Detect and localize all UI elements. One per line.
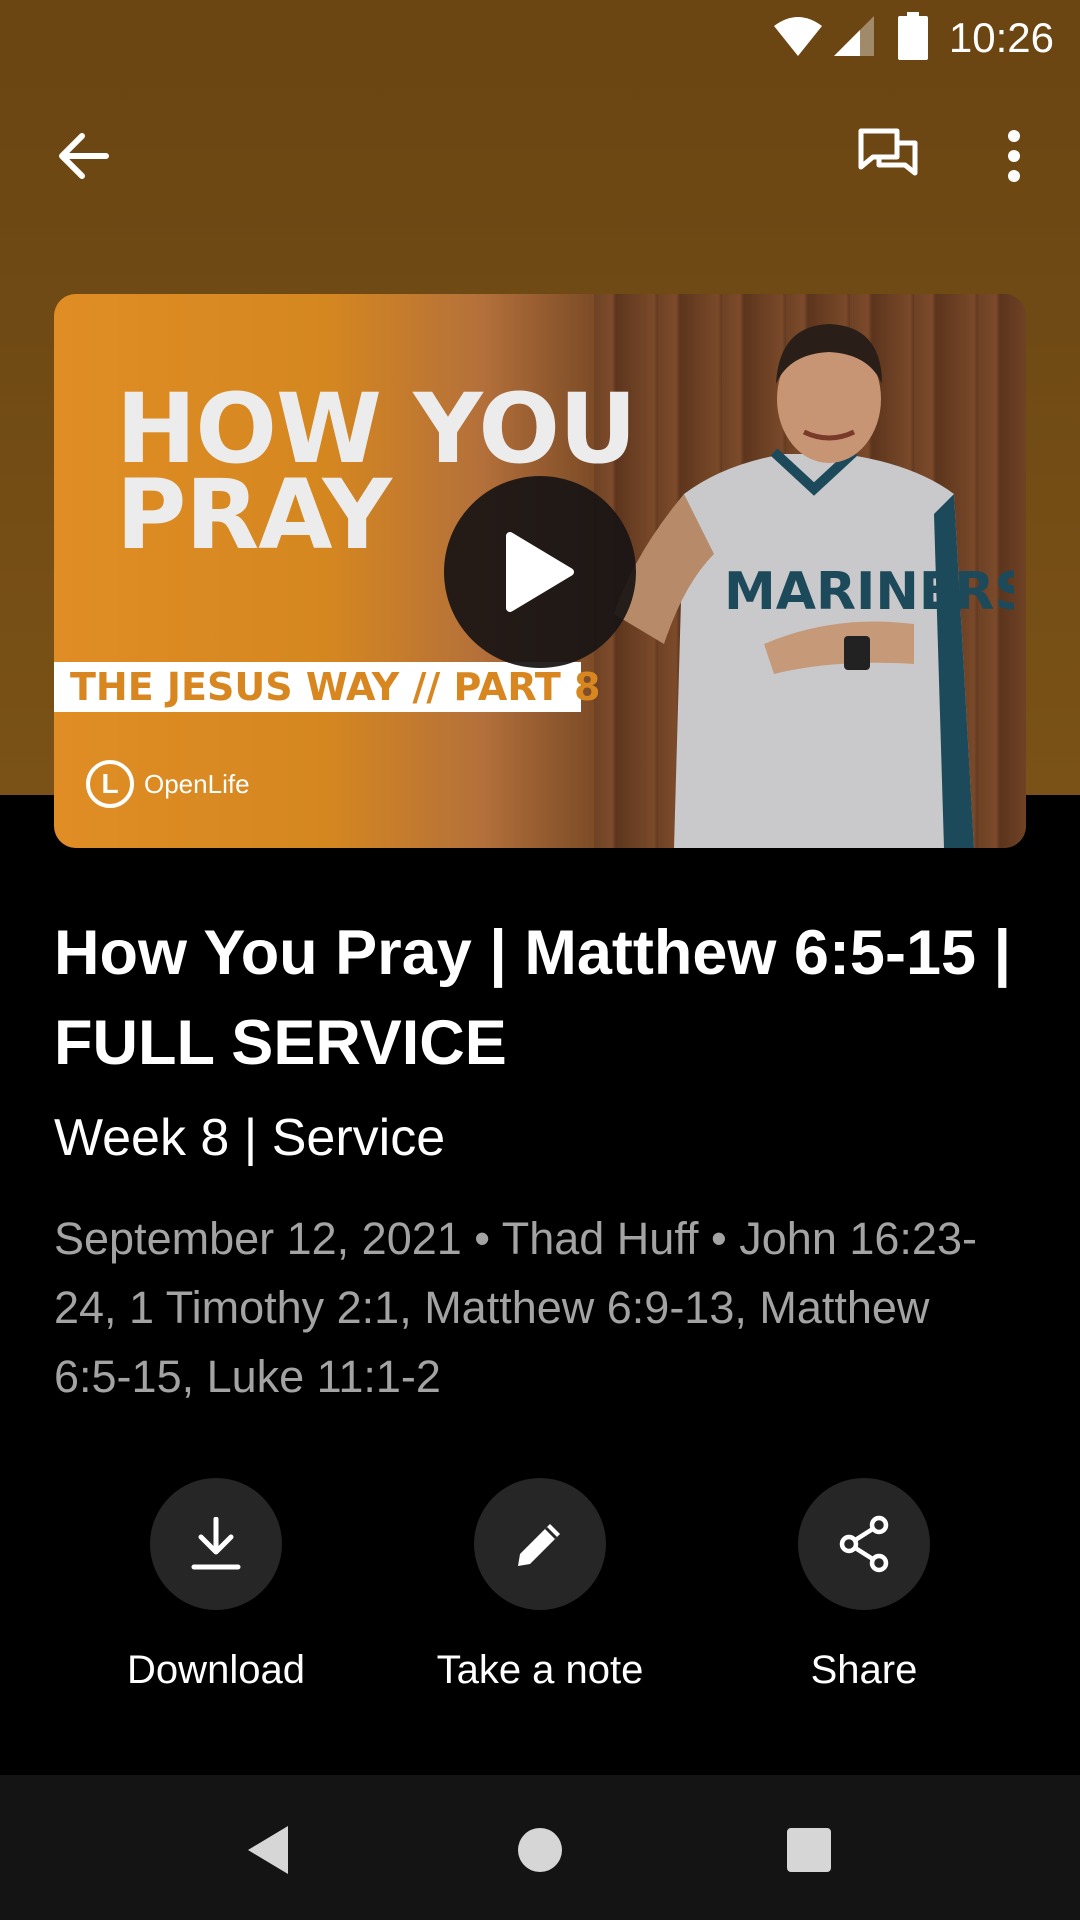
nav-recents-icon	[787, 1828, 831, 1872]
message-meta: September 12, 2021 • Thad Huff • John 16…	[54, 1213, 977, 1402]
share-button[interactable]	[798, 1478, 930, 1610]
thumbnail-banner: THE JESUS WAY // PART 8	[54, 662, 600, 712]
play-button[interactable]	[444, 476, 636, 668]
nav-home-icon	[518, 1828, 562, 1872]
chat-button[interactable]	[842, 110, 934, 202]
nav-back-icon	[248, 1826, 288, 1874]
jersey-text: MARINERS	[724, 562, 1014, 622]
wifi-icon	[774, 17, 822, 56]
more-vert-icon	[1008, 130, 1020, 182]
take-note-action[interactable]: Take a note	[390, 1478, 690, 1693]
logo-text: OpenLife	[144, 768, 250, 799]
download-icon	[191, 1517, 241, 1570]
take-note-label: Take a note	[436, 1648, 644, 1692]
download-action[interactable]: Download	[66, 1478, 366, 1693]
nav-home-button[interactable]	[495, 1805, 585, 1895]
openlife-logo: L OpenLife	[86, 760, 250, 808]
take-note-button[interactable]	[474, 1478, 606, 1610]
status-time: 10:26	[948, 14, 1054, 61]
arrow-left-icon	[59, 133, 109, 179]
battery-icon	[898, 12, 928, 60]
message-title: How You Pray | Matthew 6:5-15 | FULL SER…	[54, 918, 1012, 1078]
signal-icon	[834, 16, 874, 56]
download-button[interactable]	[150, 1478, 282, 1610]
share-action[interactable]: Share	[714, 1478, 1014, 1693]
system-nav-bar	[0, 1775, 1080, 1920]
action-row: Download Take a note Share	[0, 1478, 1080, 1718]
logo-mark: L	[86, 760, 134, 808]
play-icon	[506, 532, 574, 612]
more-options-button[interactable]	[968, 110, 1060, 202]
download-label: Download	[127, 1648, 305, 1692]
back-button[interactable]	[38, 110, 130, 202]
toolbar	[0, 110, 1080, 202]
share-icon	[839, 1515, 889, 1573]
pencil-icon	[518, 1524, 560, 1566]
video-thumbnail[interactable]: MARINERS HOW YOU PRAY THE JESUS WAY // P…	[54, 294, 1026, 848]
nav-recents-button[interactable]	[764, 1805, 854, 1895]
message-subtitle: Week 8 | Service	[54, 1109, 446, 1167]
status-bar: 10:26	[0, 0, 1080, 78]
share-label: Share	[810, 1648, 918, 1692]
nav-back-button[interactable]	[222, 1805, 312, 1895]
chat-icon	[858, 128, 918, 176]
